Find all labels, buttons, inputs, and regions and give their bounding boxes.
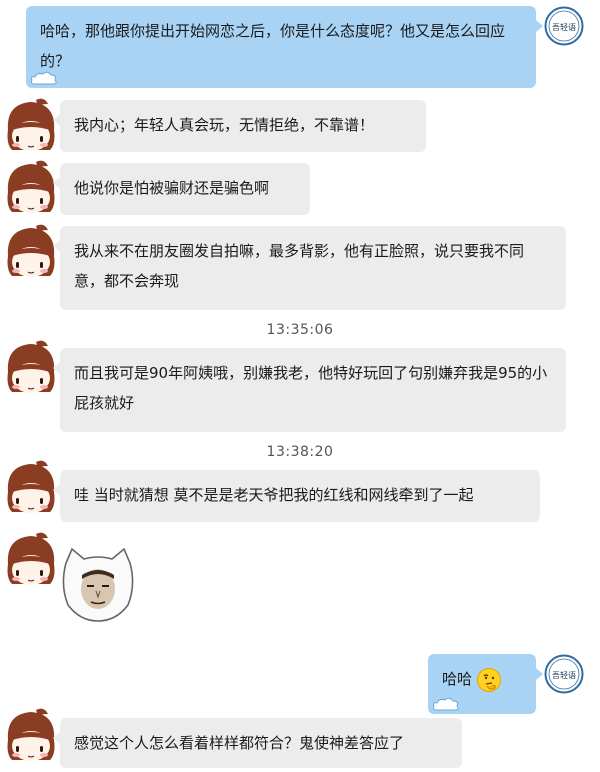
incoming-message[interactable]: 他说你是怕被骗财还是骗色啊 [53,163,310,215]
message-text: 我内心；年轻人真会玩，无情拒绝，不靠谱！ [74,116,375,134]
thinking-face-emoji-icon [477,667,502,692]
incoming-message[interactable]: 而且我可是90年阿姨哦，别嫌我老，他特好玩回了句别嫌弃我是95的小屁孩就好 [53,348,566,432]
right-avatar-text: 吾轻语 [552,22,576,32]
cloud-icon [432,697,459,711]
incoming-message[interactable]: 我从来不在朋友圈发自拍嘛，最多背影，他有正脸照，说只要我不同意，都不会奔现 [53,226,566,310]
right-avatar[interactable]: 吾轻语 [544,6,584,46]
left-avatar[interactable] [0,530,62,592]
right-avatar[interactable]: 吾轻语 [544,654,584,694]
cartoon-girl-avatar-icon [7,224,55,277]
cloud-icon [30,71,57,85]
left-avatar[interactable] [0,158,62,220]
incoming-message[interactable]: 哇 当时就猜想 莫不是是老天爷把我的红线和网线牵到了一起 [53,470,540,522]
cartoon-girl-avatar-icon [7,532,55,585]
left-avatar[interactable] [0,222,62,284]
logo-stamp-avatar-icon: 吾轻语 [544,654,584,694]
message-text: 哈哈，那他跟你提出开始网恋之后，你是什么态度呢？他又是怎么回应的？ [40,22,506,70]
message-text: 我从来不在朋友圈发自拍嘛，最多背影，他有正脸照，说只要我不同意，都不会奔现 [74,242,525,290]
message-text: 而且我可是90年阿姨哦，别嫌我老，他特好玩回了句别嫌弃我是95的小屁孩就好 [74,364,548,412]
outgoing-message[interactable]: 哈哈 [428,654,543,714]
message-text: 哇 当时就猜想 莫不是是老天爷把我的红线和网线牵到了一起 [74,486,474,504]
incoming-message[interactable]: 感觉这个人怎么看着样样都符合？鬼使神差答应了 [53,718,462,768]
chat-window: 哈哈，那他跟你提出开始网恋之后，你是什么态度呢？他又是怎么回应的？ 吾轻语 我内… [0,0,600,770]
timestamp: 13:35:06 [266,322,334,338]
right-avatar-text: 吾轻语 [552,670,576,680]
logo-stamp-avatar-icon: 吾轻语 [544,6,584,46]
message-text: 他说你是怕被骗财还是骗色啊 [74,179,270,197]
outgoing-message[interactable]: 哈哈，那他跟你提出开始网恋之后，你是什么态度呢？他又是怎么回应的？ [26,6,543,88]
sticker-message[interactable] [58,545,138,625]
cartoon-girl-avatar-icon [7,160,55,213]
message-text: 哈哈 [442,664,522,694]
message-text-content: 哈哈 [442,670,473,688]
cat-face-sticker-icon [62,547,134,622]
message-text: 感觉这个人怎么看着样样都符合？鬼使神差答应了 [74,734,405,752]
timestamp: 13:38:20 [266,444,334,460]
incoming-message[interactable]: 我内心；年轻人真会玩，无情拒绝，不靠谱！ [53,100,426,152]
left-avatar[interactable] [0,96,62,158]
cartoon-girl-avatar-icon [7,98,55,151]
